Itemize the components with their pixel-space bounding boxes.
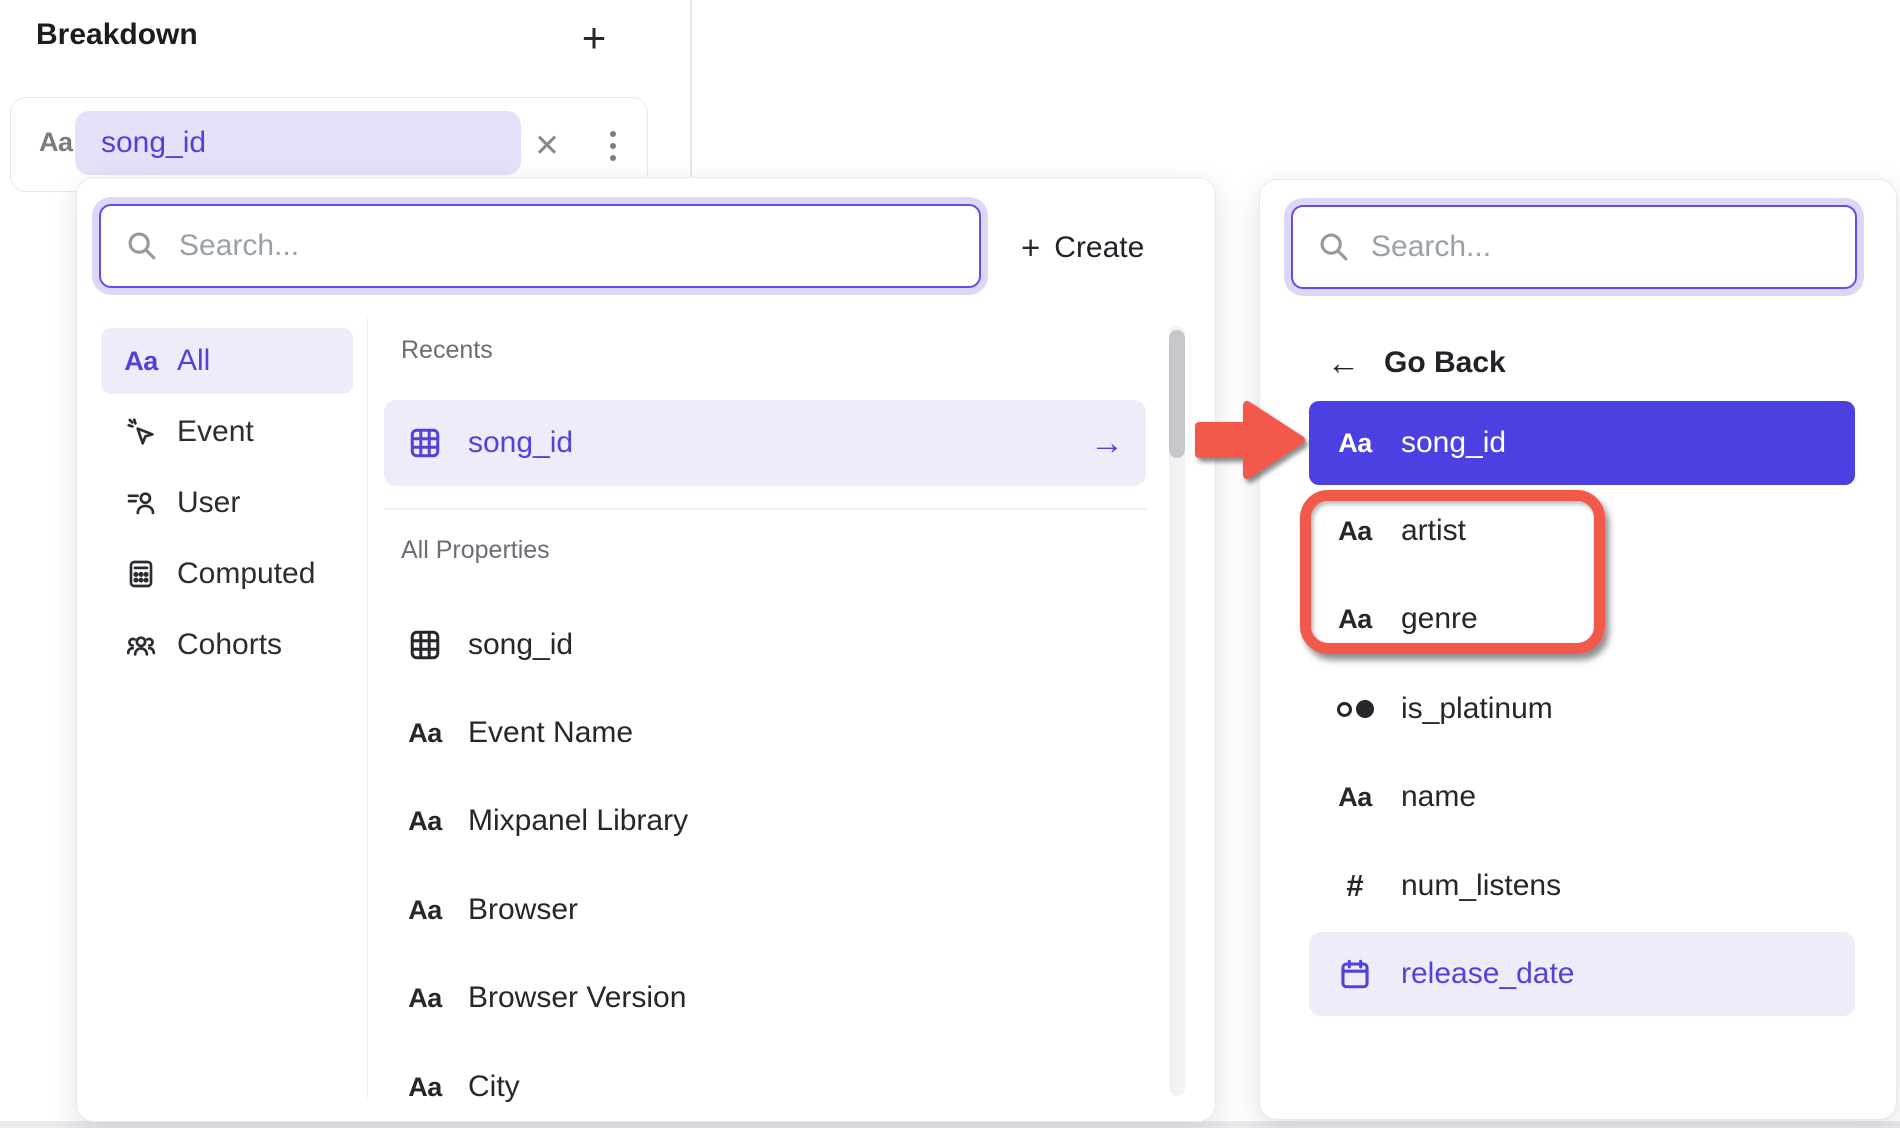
property-item-browser[interactable]: Aa Browser — [384, 877, 1146, 943]
drill-in-arrow-icon[interactable]: → — [1090, 424, 1124, 463]
text-type-icon: Aa — [406, 891, 444, 929]
add-breakdown-button[interactable]: + — [570, 12, 618, 64]
breakdown-chip-label: song_id — [101, 126, 206, 160]
more-options-icon[interactable] — [595, 122, 631, 170]
search-input[interactable] — [179, 229, 955, 263]
all-properties-header: All Properties — [401, 536, 550, 565]
scrollbar-thumb[interactable] — [1169, 330, 1185, 458]
calendar-icon — [1335, 954, 1375, 994]
recent-item-song-id[interactable]: song_id → — [384, 400, 1146, 486]
property-item-song-id[interactable]: song_id — [384, 612, 1146, 678]
text-type-icon: Aa — [406, 802, 444, 840]
calculator-icon — [123, 556, 159, 592]
text-type-icon: Aa — [1335, 511, 1375, 551]
bottom-edge-strip — [0, 1121, 1900, 1128]
close-icon[interactable]: ✕ — [525, 124, 569, 168]
grid-type-icon — [406, 424, 444, 462]
user-icon — [123, 485, 159, 521]
cohorts-people-icon — [123, 627, 159, 663]
breakdown-chip-value[interactable]: song_id — [75, 111, 521, 175]
recents-header: Recents — [401, 336, 493, 365]
text-type-icon: Aa — [406, 979, 444, 1017]
text-type-icon: Aa — [123, 343, 159, 379]
search-icon — [1317, 230, 1351, 264]
sidebar-divider — [367, 318, 368, 1098]
list-divider — [384, 508, 1146, 510]
property-item-city[interactable]: Aa City — [384, 1054, 1146, 1120]
grid-type-icon — [406, 626, 444, 664]
search-icon — [125, 229, 159, 263]
plus-icon: + — [1021, 229, 1040, 267]
breakdown-property-picker-screen: Breakdown + Aa song_id ✕ + Create Aa All — [0, 0, 1900, 1128]
text-type-icon: Aa — [1335, 423, 1375, 463]
property-search[interactable] — [99, 204, 981, 288]
property-drilldown-panel: ← Go Back Aa song_id Aa artist Aa genre … — [1259, 179, 1897, 1120]
arrow-left-icon: ← — [1327, 344, 1360, 382]
number-type-icon: # — [1335, 866, 1375, 906]
property-item-browser-version[interactable]: Aa Browser Version — [384, 965, 1146, 1031]
category-tab-user[interactable]: User — [101, 470, 353, 536]
property-search[interactable] — [1291, 205, 1857, 289]
category-tab-cohorts[interactable]: Cohorts — [101, 612, 353, 678]
text-type-icon: Aa — [406, 1068, 444, 1106]
event-cursor-icon — [123, 414, 159, 450]
boolean-type-icon — [1335, 689, 1375, 729]
category-tab-all[interactable]: Aa All — [101, 328, 353, 394]
text-type-icon: Aa — [1335, 599, 1375, 639]
category-tab-event[interactable]: Event — [101, 399, 353, 465]
property-item-event-name[interactable]: Aa Event Name — [384, 700, 1146, 766]
subproperty-item-song-id[interactable]: Aa song_id — [1309, 401, 1855, 485]
panel-divider-line — [690, 0, 692, 179]
text-type-icon: Aa — [406, 714, 444, 752]
category-tab-computed[interactable]: Computed — [101, 541, 353, 607]
subproperty-item-release-date[interactable]: release_date — [1309, 932, 1855, 1016]
subproperty-item-is-platinum[interactable]: is_platinum — [1309, 667, 1855, 751]
go-back-button[interactable]: ← Go Back — [1327, 342, 1506, 384]
text-type-icon: Aa — [1335, 777, 1375, 817]
subproperty-item-name[interactable]: Aa name — [1309, 755, 1855, 839]
create-property-button[interactable]: + Create — [1021, 228, 1144, 268]
property-picker-panel: + Create Aa All Event — [76, 177, 1216, 1122]
subproperty-item-genre[interactable]: Aa genre — [1309, 577, 1855, 661]
search-input[interactable] — [1371, 230, 1831, 264]
property-item-mixpanel-library[interactable]: Aa Mixpanel Library — [384, 788, 1146, 854]
subproperty-item-artist[interactable]: Aa artist — [1309, 489, 1855, 573]
subproperty-item-num-listens[interactable]: # num_listens — [1309, 844, 1855, 928]
page-title: Breakdown — [36, 18, 198, 52]
text-type-icon: Aa — [39, 127, 73, 158]
